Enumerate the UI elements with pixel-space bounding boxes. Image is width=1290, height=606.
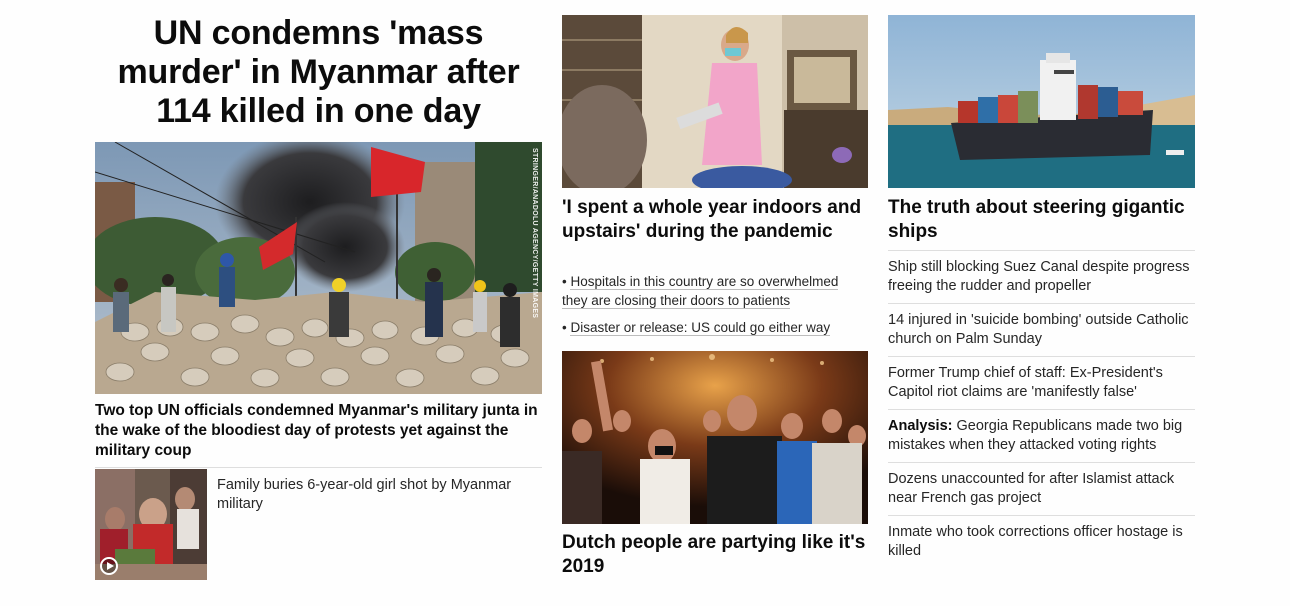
related-links: • Hospitals in this country are so overw… [562,272,862,345]
hero-image[interactable]: STRINGER/ANADOLU AGENCY/GETTY IMAGES [95,142,542,394]
list-item[interactable]: Inmate who took corrections officer host… [888,515,1195,568]
story-title-ships[interactable]: The truth about steering gigantic ships [888,196,1195,244]
story-title-partying[interactable]: Dutch people are partying like it's 2019 [562,531,868,579]
photo-credit: STRINGER/ANADOLU AGENCY/GETTY IMAGES [531,148,538,319]
list-item[interactable]: Analysis: Georgia Republicans made two b… [888,409,1195,462]
story-image-ship[interactable] [888,15,1195,188]
list-item[interactable]: 14 injured in 'suicide bombing' outside … [888,303,1195,356]
story-title-indoors[interactable]: 'I spent a whole year indoors and upstai… [562,196,862,244]
related-story-link[interactable]: Family buries 6-year-old girl shot by My… [217,476,535,514]
story-image-partying[interactable] [562,351,868,524]
headline[interactable]: UN condemns 'mass murder' in Myanmar aft… [95,14,542,131]
list-item[interactable]: Former Trump chief of staff: Ex-Presiden… [888,356,1195,409]
related-video-thumbnail[interactable] [95,469,207,580]
related-link-2[interactable]: • Disaster or release: US could go eithe… [562,318,862,337]
list-item[interactable]: Ship still blocking Suez Canal despite p… [888,250,1195,303]
divider [95,467,542,468]
story-image-indoors[interactable] [562,15,868,188]
play-icon [100,557,118,575]
hero-summary[interactable]: Two top UN officials condemned Myanmar's… [95,401,542,461]
list-item[interactable]: Dozens unaccounted for after Islamist at… [888,462,1195,515]
related-link-1[interactable]: • Hospitals in this country are so overw… [562,272,862,310]
headline-list: Ship still blocking Suez Canal despite p… [888,250,1195,568]
analysis-label: Analysis: [888,418,953,434]
